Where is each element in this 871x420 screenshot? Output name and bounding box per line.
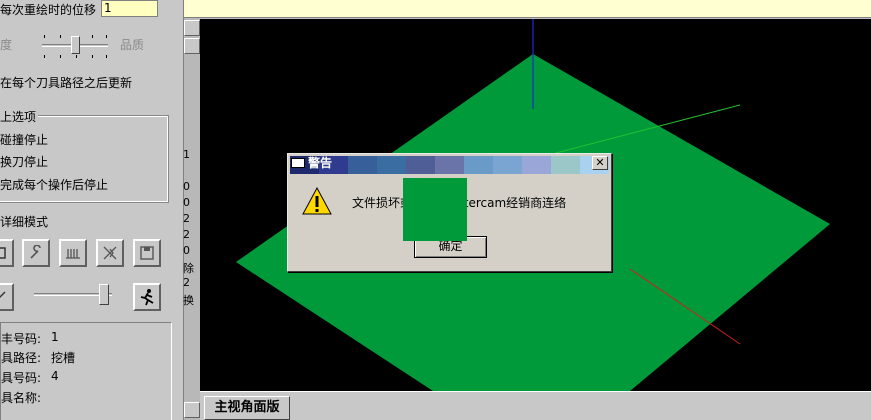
redaction-block [403, 178, 467, 241]
stop-on-collision-option[interactable]: 碰撞停止 [0, 131, 48, 148]
clipped-text: 除 [183, 262, 194, 275]
toolpath-value: 挖槽 [51, 351, 76, 365]
scroll-down-button[interactable] [184, 402, 200, 418]
title-gradient-segment [348, 156, 377, 174]
update-after-each-path-option[interactable]: 在每个刀具路径之后更新 [0, 74, 132, 91]
clipped-text: 2 [183, 228, 190, 241]
slider-tick [106, 55, 107, 58]
offset-input[interactable]: 1 [101, 0, 158, 17]
speed-slider[interactable] [34, 284, 112, 306]
collision-button[interactable] [96, 239, 124, 267]
slider-tick [44, 35, 45, 38]
tool-name-label: 具名称: [1, 391, 42, 405]
window-icon [291, 158, 305, 168]
running-man-icon [140, 289, 154, 306]
dialog-title: 警告 [308, 156, 333, 170]
save-button[interactable] [133, 239, 161, 267]
clipped-text: 1 [183, 148, 190, 161]
step-button[interactable] [0, 283, 14, 311]
toolpath-label: 具路径: [1, 351, 42, 365]
clipped-text: 0 [183, 196, 190, 209]
viewport-tab-bar: 主视角面版 [200, 391, 871, 420]
clipped-text: 0 [183, 180, 190, 193]
step-icon [0, 291, 6, 299]
clipped-text: 换 [183, 294, 194, 307]
tool-no-label: 具号码: [1, 371, 42, 385]
panel-scrollbar[interactable] [183, 0, 200, 420]
quality-label: 品质 [120, 38, 145, 52]
clipped-text: 2 [183, 276, 190, 289]
verify-options-panel: 每次重绘时的位移 1 度 品质 在每个刀具路径之后更新 上选项 碰撞停止 换刀停… [0, 0, 183, 420]
warning-icon [302, 187, 332, 215]
stop-options-title: 上选项 [0, 108, 39, 125]
title-gradient-segment [464, 156, 493, 174]
title-gradient-segment [406, 156, 435, 174]
stop-after-each-op-option[interactable]: 完成每个操作后停止 [0, 176, 108, 193]
clipped-text: 0 [183, 244, 190, 257]
run-button[interactable] [133, 283, 161, 311]
title-gradient-segment [435, 156, 464, 174]
quality-slider[interactable] [42, 33, 108, 61]
dialog-close-button[interactable]: ✕ [592, 156, 608, 170]
offset-label: 每次重绘时的位移 [0, 3, 97, 17]
speed-label: 度 [0, 38, 13, 52]
clipped-text: 2 [183, 212, 190, 225]
slider-tick [92, 35, 93, 38]
program-no-value: 1 [51, 330, 59, 344]
scroll-mid-button[interactable] [184, 38, 200, 54]
title-gradient-segment [551, 156, 580, 174]
title-gradient-segment [377, 156, 406, 174]
slider-tick [44, 55, 45, 58]
slider-tick [76, 55, 77, 58]
prompt-bar [184, 0, 871, 18]
solid-view-button[interactable] [0, 239, 14, 267]
slider-tick [106, 35, 107, 38]
stop-on-tool-change-option[interactable]: 换刀停止 [0, 153, 48, 170]
solid-icon [0, 247, 6, 259]
slider-tick [60, 35, 61, 38]
tab-main-view[interactable]: 主视角面版 [204, 396, 290, 420]
slider-tick [60, 55, 61, 58]
detail-mode-title: 详细模式 [0, 215, 49, 229]
title-gradient-segment [522, 156, 551, 174]
scroll-mid-button[interactable] [184, 20, 200, 36]
title-gradient-segment [493, 156, 522, 174]
comb-icon [66, 249, 80, 259]
dialog-title-bar[interactable] [290, 156, 609, 174]
stock-button[interactable] [59, 239, 87, 267]
wrench-icon [30, 245, 41, 259]
program-no-label: 丰号码: [1, 332, 42, 346]
toolpath-info-box: 丰号码: 1 具路径: 挖槽 具号码: 4 具名称: [0, 322, 172, 420]
floppy-icon [140, 246, 154, 260]
tool-no-value: 4 [51, 369, 59, 383]
tool-button[interactable] [22, 239, 50, 267]
tool-collision-icon [103, 246, 117, 260]
quality-slider-thumb[interactable] [71, 36, 80, 54]
slider-tick [92, 55, 93, 58]
speed-slider-thumb[interactable] [99, 284, 109, 305]
